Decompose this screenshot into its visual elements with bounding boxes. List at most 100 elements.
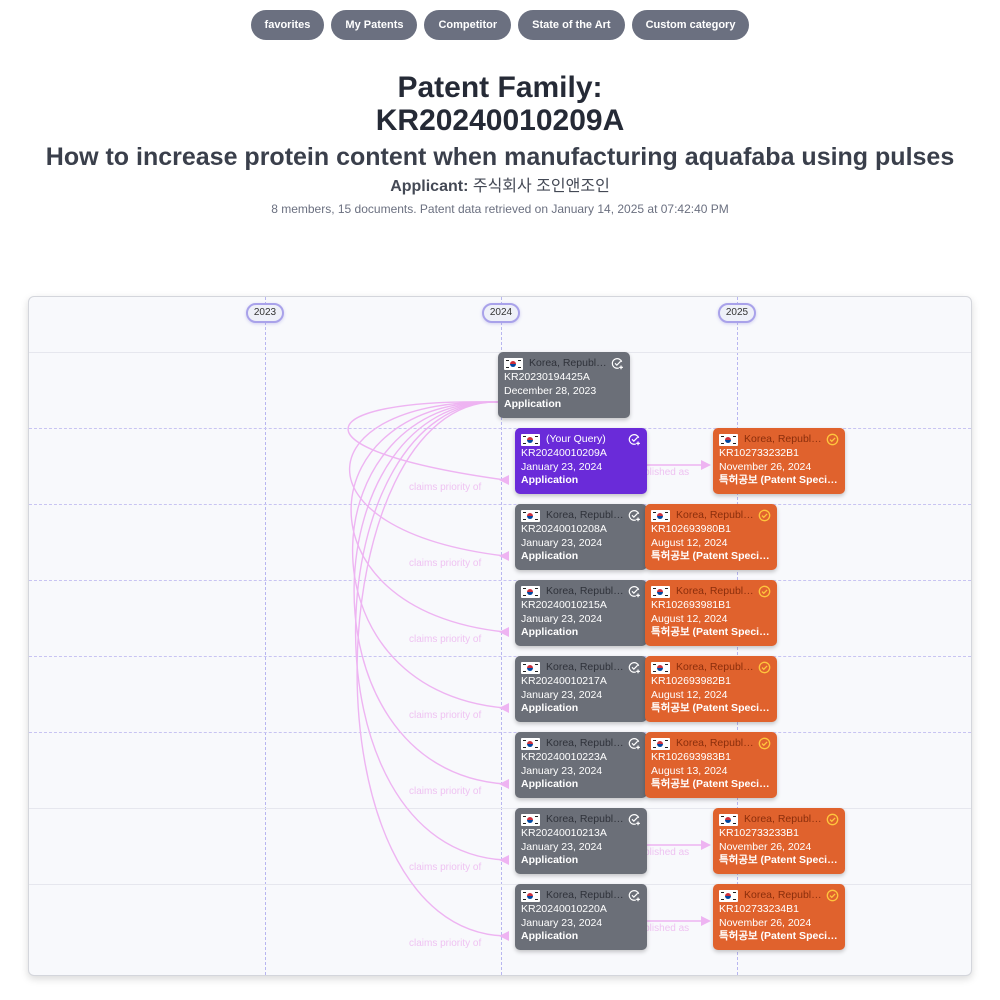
page-title-prefix: Patent Family: [397, 71, 603, 104]
card-country: Korea, Republic of [546, 736, 625, 749]
card-kind: Application [521, 474, 579, 486]
priority-edge [347, 401, 506, 481]
patent-card-application-2[interactable]: Korea, Republic of KR20240010215A January … [515, 580, 647, 646]
family-timeline[interactable]: 2023 2024 2025 claims priority of publish… [28, 296, 972, 976]
card-publication-number: KR102693980B1 [651, 523, 731, 535]
card-kind: Application [521, 854, 579, 866]
priority-edge [350, 401, 506, 633]
patent-card-grant-1[interactable]: Korea, Republic of KR102693980B1 August 12… [645, 504, 777, 570]
card-country: Korea, Republic of [546, 812, 625, 825]
kr-flag-icon [651, 509, 670, 522]
patent-card-grant-3[interactable]: Korea, Republic of KR102693982B1 August 12… [645, 656, 777, 722]
card-kind: Application [521, 702, 579, 714]
patent-card-grant-0[interactable]: Korea, Republic of KR102733232B1 November … [713, 428, 845, 494]
tab-state-of-the-art[interactable]: State of the Art [518, 10, 625, 40]
verified-badge-icon [758, 661, 771, 674]
card-publication-number: KR20240010209A [521, 447, 607, 459]
card-country: Korea, Republic of [546, 584, 625, 597]
published-arrowhead [701, 840, 711, 850]
check-add-icon[interactable] [628, 585, 641, 598]
tab-favorites[interactable]: favorites [250, 10, 325, 40]
kr-flag-icon [521, 737, 540, 750]
card-date: January 23, 2024 [521, 688, 603, 701]
card-country: Korea, Republic of [744, 888, 823, 901]
patent-card-application-1[interactable]: Korea, Republic of KR20240010208A January … [515, 504, 647, 570]
card-country: Korea, Republic of [546, 660, 625, 673]
card-date: August 13, 2024 [651, 764, 728, 777]
patent-card-application-5[interactable]: Korea, Republic of KR20240010213A January … [515, 808, 647, 874]
tab-my-patents[interactable]: My Patents [331, 10, 418, 40]
priority-edge [353, 401, 506, 785]
card-date: August 12, 2024 [651, 688, 728, 701]
card-country: (Your Query) [546, 432, 606, 445]
card-date: August 12, 2024 [651, 612, 728, 625]
priority-edge-label: claims priority of [409, 558, 482, 569]
family-meta: 8 members, 15 documents. Patent data ret… [271, 202, 729, 216]
page-title-family-id: KR20240010209A [375, 104, 625, 137]
kr-flag-icon [521, 509, 540, 522]
published-arrowhead [701, 460, 711, 470]
card-kind: 특허공보 (Patent Specification) [719, 854, 839, 866]
patent-card-application-3[interactable]: Korea, Republic of KR20240010217A January … [515, 656, 647, 722]
card-publication-number: KR20240010213A [521, 827, 607, 839]
card-country: Korea, Republic of [676, 584, 755, 597]
priority-edge-label: claims priority of [409, 634, 482, 645]
check-add-icon[interactable] [628, 433, 641, 446]
verified-badge-icon [826, 889, 839, 902]
card-kind: Application [521, 550, 579, 562]
applicant: Applicant: 주식회사 조인앤조인 [0, 176, 1000, 198]
check-add-icon[interactable] [628, 509, 641, 522]
kr-flag-icon [651, 661, 670, 674]
card-kind: 특허공보 (Patent Specification) [651, 550, 771, 562]
tab-custom-category[interactable]: Custom category [631, 10, 750, 40]
check-add-icon[interactable] [628, 661, 641, 674]
patent-card-priority-root[interactable]: Korea, Republic of KR20230194425A December… [498, 352, 630, 418]
card-publication-number: KR102693983B1 [651, 751, 731, 763]
card-publication-number: KR102733232B1 [719, 447, 799, 459]
patent-card-application-6[interactable]: Korea, Republic of KR20240010220A January … [515, 884, 647, 950]
patent-card-grant-2[interactable]: Korea, Republic of KR102693981B1 August 12… [645, 580, 777, 646]
published-arrowhead [701, 916, 711, 926]
verified-badge-icon [758, 509, 771, 522]
patent-card-application-4[interactable]: Korea, Republic of KR20240010223A January … [515, 732, 647, 798]
card-kind: 특허공보 (Patent Specification) [651, 626, 771, 638]
card-date: November 26, 2024 [719, 916, 812, 929]
check-add-icon[interactable] [628, 889, 641, 902]
patent-card-grant-6[interactable]: Korea, Republic of KR102733234B1 November … [713, 884, 845, 950]
verified-badge-icon [758, 585, 771, 598]
priority-edge [348, 401, 506, 557]
check-add-icon[interactable] [611, 357, 624, 370]
priority-arrowhead [499, 931, 509, 941]
card-date: November 26, 2024 [719, 840, 812, 853]
card-date: January 23, 2024 [521, 840, 603, 853]
card-kind: 특허공보 (Patent Specification) [719, 474, 839, 486]
card-country: Korea, Republic of [546, 888, 625, 901]
card-kind: 특허공보 (Patent Specification) [719, 930, 839, 942]
kr-flag-icon [504, 357, 523, 370]
card-date: January 23, 2024 [521, 612, 603, 625]
card-kind: Application [521, 930, 579, 942]
card-country: Korea, Republic of [676, 736, 755, 749]
patent-card-application-0[interactable]: (Your Query) KR20240010209A January 23, 20… [515, 428, 647, 494]
tab-competitor[interactable]: Competitor [424, 10, 512, 40]
kr-flag-icon [521, 585, 540, 598]
card-kind: Application [521, 778, 579, 790]
patent-card-grant-4[interactable]: Korea, Republic of KR102693983B1 August 13… [645, 732, 777, 798]
card-date: January 23, 2024 [521, 536, 603, 549]
priority-edge-label: claims priority of [409, 786, 482, 797]
priority-edge-label: claims priority of [409, 482, 482, 493]
card-country: Korea, Republic of [676, 660, 755, 673]
check-add-icon[interactable] [628, 737, 641, 750]
card-date: January 23, 2024 [521, 460, 603, 473]
card-publication-number: KR20240010223A [521, 751, 607, 763]
card-publication-number: KR20240010217A [521, 675, 607, 687]
card-publication-number: KR20240010215A [521, 599, 607, 611]
priority-arrowhead [499, 475, 509, 485]
card-publication-number: KR20240010208A [521, 523, 607, 535]
card-date: December 28, 2023 [504, 384, 597, 397]
kr-flag-icon [521, 889, 540, 902]
check-add-icon[interactable] [628, 813, 641, 826]
patent-card-grant-5[interactable]: Korea, Republic of KR102733233B1 November … [713, 808, 845, 874]
card-kind: 특허공보 (Patent Specification) [651, 702, 771, 714]
kr-flag-icon [719, 813, 738, 826]
